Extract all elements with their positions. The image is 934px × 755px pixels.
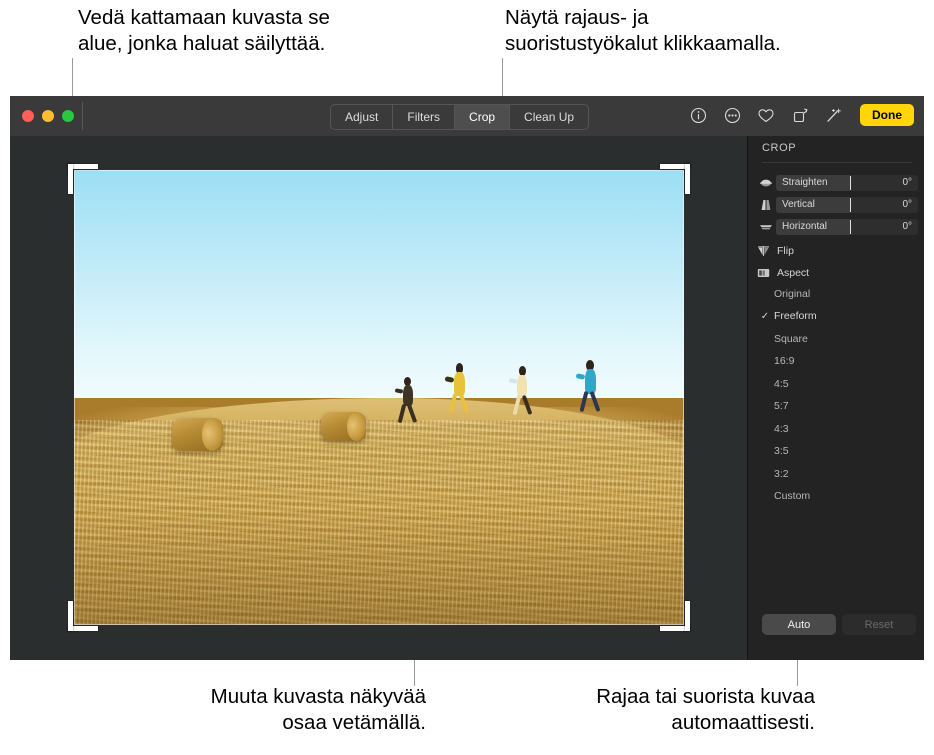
- vertical-label: Vertical: [776, 199, 815, 210]
- crop-rectangle[interactable]: [74, 170, 684, 625]
- callout-show-crop-tools: Näytä rajaus- ja suoristustyökalut klikk…: [505, 5, 925, 57]
- info-icon[interactable]: [688, 105, 708, 125]
- done-button[interactable]: Done: [860, 104, 914, 126]
- tab-filters[interactable]: Filters: [393, 105, 455, 129]
- hay-bale-right: [321, 412, 366, 441]
- hay-bale-left: [172, 418, 224, 451]
- image-canvas[interactable]: [10, 136, 747, 660]
- straighten-icon: [756, 175, 776, 191]
- aspect-option-label: Square: [774, 333, 808, 345]
- runner-4: [580, 369, 600, 411]
- runner-1: [399, 385, 417, 422]
- aspect-label: Aspect: [777, 267, 809, 279]
- runner-3: [513, 375, 531, 414]
- favorite-heart-icon[interactable]: [756, 105, 776, 125]
- photo-image[interactable]: [74, 170, 684, 625]
- aspect-option-label: 5:7: [774, 400, 789, 412]
- vertical-value: 0°: [902, 199, 912, 210]
- aspect-option-3-5[interactable]: 3:5: [756, 443, 918, 459]
- horizontal-perspective-icon: [756, 219, 776, 235]
- aspect-option-original[interactable]: Original: [756, 286, 918, 302]
- screenshot-root: Vedä kattamaan kuvasta se alue, jonka ha…: [0, 0, 934, 755]
- callout-drag-to-keep-area: Vedä kattamaan kuvasta se alue, jonka ha…: [78, 5, 478, 57]
- slider-row-straighten[interactable]: Straighten 0°: [756, 174, 918, 191]
- crop-handle-bottom-right-v[interactable]: [685, 601, 690, 631]
- horizontal-slider[interactable]: Horizontal 0°: [776, 219, 918, 235]
- more-options-icon[interactable]: [722, 105, 742, 125]
- tab-clean-up[interactable]: Clean Up: [510, 105, 588, 129]
- flip-label: Flip: [777, 245, 794, 257]
- magic-wand-icon[interactable]: [824, 105, 844, 125]
- slider-knob[interactable]: [850, 176, 851, 190]
- photos-app-window: Adjust Filters Crop Clean Up: [10, 96, 924, 660]
- slider-knob[interactable]: [850, 198, 851, 212]
- aspect-option-3-2[interactable]: 3:2: [756, 466, 918, 482]
- aspect-option-4-5[interactable]: 4:5: [756, 376, 918, 392]
- callout-drag-visible-part: Muuta kuvasta näkyvää osaa vetämällä.: [96, 684, 426, 736]
- vertical-slider[interactable]: Vertical 0°: [776, 197, 918, 213]
- aspect-option-label: Custom: [774, 490, 810, 502]
- aspect-option-square[interactable]: Square: [756, 331, 918, 347]
- aspect-option-16-9[interactable]: 16:9: [756, 353, 918, 369]
- aspect-option-4-3[interactable]: 4:3: [756, 421, 918, 437]
- aspect-option-label: Freeform: [774, 310, 817, 322]
- aspect-check-selected: ✓: [756, 311, 774, 322]
- aspect-option-custom[interactable]: Custom: [756, 488, 918, 504]
- rotate-icon[interactable]: [790, 105, 810, 125]
- toolbar-actions: Done: [688, 104, 914, 126]
- aspect-icon: [756, 266, 770, 280]
- aspect-option-label: 3:2: [774, 468, 789, 480]
- sidebar-item-aspect[interactable]: Aspect: [756, 264, 918, 282]
- aspect-option-5-7[interactable]: 5:7: [756, 398, 918, 414]
- tab-adjust[interactable]: Adjust: [331, 105, 393, 129]
- slider-row-horizontal[interactable]: Horizontal 0°: [756, 218, 918, 235]
- edit-mode-segmented-control[interactable]: Adjust Filters Crop Clean Up: [330, 104, 589, 130]
- sidebar-item-flip[interactable]: Flip: [756, 242, 918, 260]
- zoom-window-button[interactable]: [62, 110, 74, 122]
- traffic-lights: [22, 110, 74, 122]
- close-window-button[interactable]: [22, 110, 34, 122]
- straighten-label: Straighten: [776, 177, 828, 188]
- aspect-option-label: 4:3: [774, 423, 789, 435]
- flip-icon: [756, 244, 770, 258]
- field-shadow: [74, 507, 684, 625]
- reset-button[interactable]: Reset: [842, 614, 916, 635]
- toolbar-divider: [82, 102, 83, 130]
- window-titlebar: Adjust Filters Crop Clean Up: [10, 96, 924, 137]
- aspect-option-label: Original: [774, 288, 810, 300]
- crop-handle-top-left-v[interactable]: [68, 164, 73, 194]
- horizontal-value: 0°: [902, 221, 912, 232]
- sidebar-title: CROP: [762, 142, 796, 154]
- straighten-value: 0°: [902, 177, 912, 188]
- vertical-perspective-icon: [756, 197, 776, 213]
- aspect-option-label: 4:5: [774, 378, 789, 390]
- aspect-option-label: 16:9: [774, 355, 794, 367]
- crop-handle-bottom-left-v[interactable]: [68, 601, 73, 631]
- crop-sidebar: CROP Straighten 0°: [747, 136, 924, 660]
- crop-handle-top-right-v[interactable]: [685, 164, 690, 194]
- slider-row-vertical[interactable]: Vertical 0°: [756, 196, 918, 213]
- minimize-window-button[interactable]: [42, 110, 54, 122]
- straighten-slider[interactable]: Straighten 0°: [776, 175, 918, 191]
- sidebar-divider: [762, 162, 912, 163]
- horizontal-label: Horizontal: [776, 221, 827, 232]
- runner-2: [450, 372, 470, 413]
- aspect-option-freeform[interactable]: ✓ Freeform: [756, 308, 918, 324]
- aspect-option-label: 3:5: [774, 445, 789, 457]
- tab-crop[interactable]: Crop: [455, 105, 510, 129]
- slider-knob[interactable]: [850, 220, 851, 234]
- auto-button[interactable]: Auto: [762, 614, 836, 635]
- callout-auto-crop-straighten: Rajaa tai suorista kuvaa automaattisesti…: [470, 684, 815, 736]
